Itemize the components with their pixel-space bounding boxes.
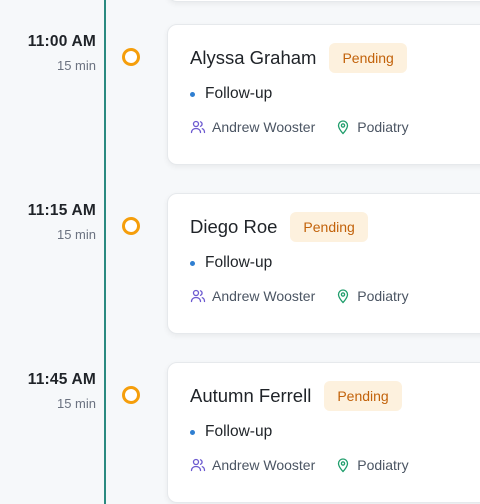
visit-type-label: Follow-up (205, 85, 273, 102)
provider-name: Andrew Wooster (212, 288, 316, 304)
slot-start-time: 11:00 AM (27, 33, 96, 50)
visit-type: Follow-up (190, 423, 272, 441)
users-icon (190, 457, 206, 473)
slot-start-time: 11:15 AM (27, 202, 96, 219)
card-header: Diego Roe Pending (190, 212, 368, 242)
slot-duration: 15 min (56, 396, 96, 411)
slot-start-time: 11:45 AM (27, 371, 96, 388)
slot-time: 11:00 AM 15 min (28, 33, 96, 73)
appointment-timeline: 11:00 AM 15 min Alyssa Graham Pending Fo… (0, 0, 480, 504)
appointment-card[interactable]: Alyssa Graham Pending Follow-up Andrew W… (167, 24, 480, 165)
department-name: Podiatry (357, 288, 409, 304)
provider-name: Andrew Wooster (212, 119, 316, 135)
appointment-card[interactable]: Diego Roe Pending Follow-up Andrew Woost… (167, 193, 480, 334)
timeline-slot: 11:15 AM 15 min Diego Roe Pending Follow… (0, 193, 480, 338)
patient-name[interactable]: Autumn Ferrell (190, 385, 311, 407)
department-name: Podiatry (357, 457, 409, 473)
visit-type-dot (190, 429, 195, 435)
visit-type-label: Follow-up (205, 254, 273, 271)
users-icon (190, 119, 206, 135)
card-meta: Andrew Wooster Podiatry (190, 457, 409, 473)
appointment-card[interactable]: Autumn Ferrell Pending Follow-up Andrew … (167, 362, 480, 503)
slot-time: 11:15 AM 15 min (28, 202, 96, 242)
patient-name[interactable]: Alyssa Graham (190, 47, 316, 69)
status-badge: Pending (290, 212, 368, 242)
slot-duration: 15 min (56, 227, 96, 242)
timeline-slot: 11:00 AM 15 min Alyssa Graham Pending Fo… (0, 24, 480, 169)
card-header: Autumn Ferrell Pending (190, 381, 402, 411)
patient-name[interactable]: Diego Roe (190, 216, 277, 238)
visit-type-label: Follow-up (205, 423, 273, 440)
users-icon (190, 288, 206, 304)
slot-duration: 15 min (56, 58, 96, 73)
card-header: Alyssa Graham Pending (190, 43, 407, 73)
timeline-dot (122, 48, 140, 66)
visit-type-dot (190, 91, 195, 97)
card-meta: Andrew Wooster Podiatry (190, 119, 409, 135)
visit-type: Follow-up (190, 254, 272, 272)
status-badge: Pending (324, 381, 402, 411)
slot-time: 11:45 AM 15 min (28, 371, 96, 411)
map-pin-icon (335, 457, 351, 473)
timeline-dot (122, 386, 140, 404)
provider-name: Andrew Wooster (212, 457, 316, 473)
visit-type-dot (190, 260, 195, 266)
map-pin-icon (335, 288, 351, 304)
map-pin-icon (335, 119, 351, 135)
timeline-dot (122, 217, 140, 235)
timeline-slot: 11:45 AM 15 min Autumn Ferrell Pending F… (0, 362, 480, 504)
status-badge: Pending (329, 43, 407, 73)
visit-type: Follow-up (190, 85, 272, 103)
previous-appointment-card[interactable] (167, 0, 480, 2)
department-name: Podiatry (357, 119, 409, 135)
card-meta: Andrew Wooster Podiatry (190, 288, 409, 304)
